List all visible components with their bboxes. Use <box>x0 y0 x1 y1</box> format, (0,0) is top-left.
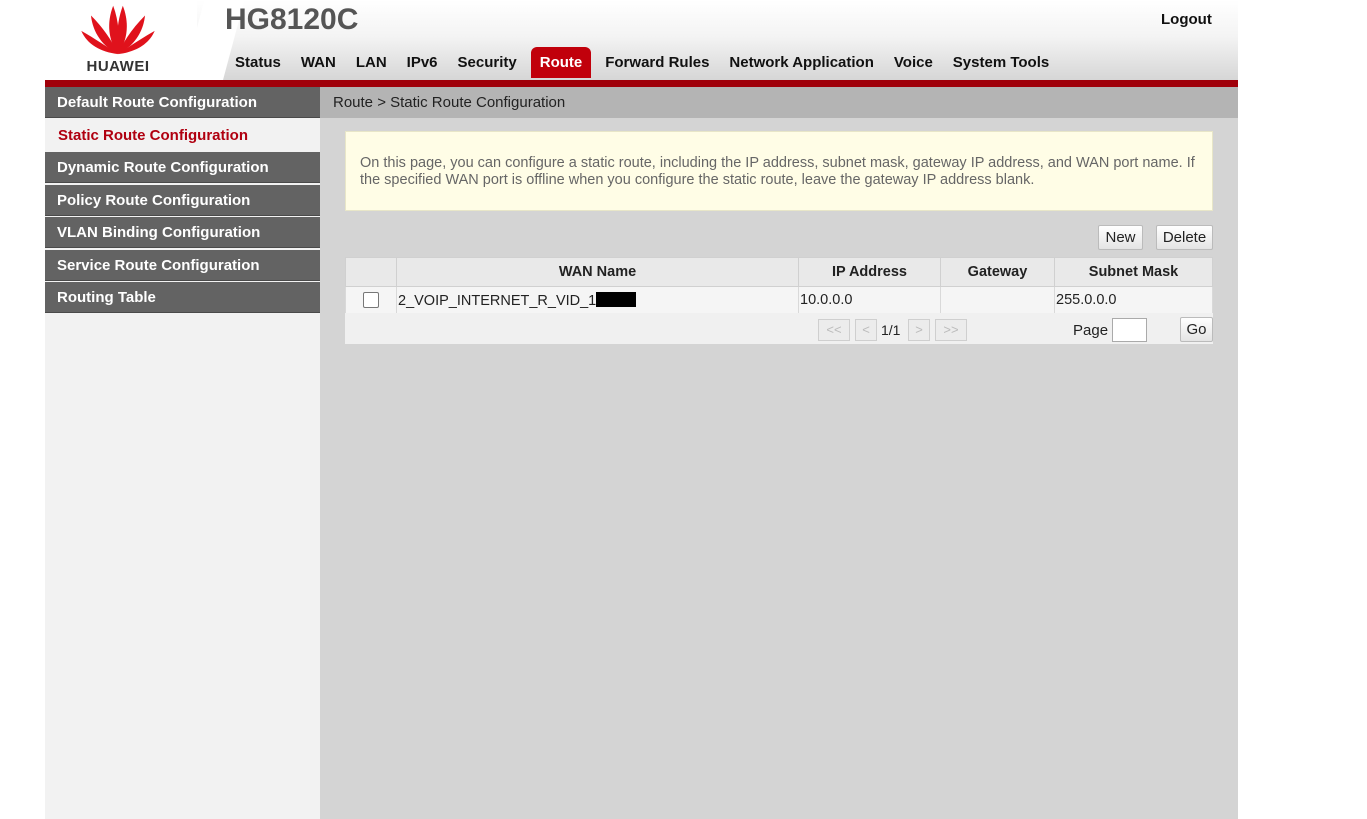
sidebar-item-policy-route[interactable]: Policy Route Configuration <box>45 184 320 216</box>
new-button[interactable]: New <box>1098 225 1143 250</box>
subnet-mask-cell: 255.0.0.0 <box>1054 286 1213 314</box>
brand-text: HUAWEI <box>86 58 150 75</box>
go-button[interactable]: Go <box>1180 317 1213 342</box>
sidebar-item-service-route[interactable]: Service Route Configuration <box>45 249 320 281</box>
wan-name-cell: 2_VOIP_INTERNET_R_VID_1 <box>396 286 799 314</box>
nav-status[interactable]: Status <box>225 47 291 78</box>
prev-page-button[interactable]: < <box>855 319 877 341</box>
route-table: WAN Name IP Address Gateway Subnet Mask … <box>345 257 1213 314</box>
sidebar-item-vlan-binding[interactable]: VLAN Binding Configuration <box>45 217 320 248</box>
col-gateway: Gateway <box>940 257 1055 287</box>
logo: HUAWEI <box>45 0 197 80</box>
sidebar: Default Route Configuration Static Route… <box>45 87 320 819</box>
header: HUAWEI HG8120C Logout Status WAN LAN IPv… <box>45 0 1238 80</box>
sidebar-item-default-route[interactable]: Default Route Configuration <box>45 87 320 118</box>
col-ip-address: IP Address <box>798 257 941 287</box>
redaction-block <box>596 291 637 307</box>
model-title: HG8120C <box>225 3 359 36</box>
delete-button[interactable]: Delete <box>1156 225 1213 250</box>
logout-link[interactable]: Logout <box>1161 11 1212 28</box>
breadcrumb: Route > Static Route Configuration <box>320 87 1238 118</box>
gateway-cell <box>940 286 1055 314</box>
info-box: On this page, you can configure a static… <box>345 131 1213 211</box>
huawei-logo-icon <box>81 5 155 55</box>
pagination: << < 1/1 > >> Page Go <box>345 313 1213 344</box>
ip-address-cell: 10.0.0.0 <box>798 286 941 314</box>
row-checkbox[interactable] <box>363 292 379 308</box>
table-header-row: WAN Name IP Address Gateway Subnet Mask <box>345 257 1213 287</box>
page-label: Page <box>1073 322 1109 339</box>
page-number-input[interactable] <box>1112 318 1147 342</box>
nav-security[interactable]: Security <box>448 47 527 78</box>
nav-forward-rules[interactable]: Forward Rules <box>595 47 719 78</box>
col-wan-name: WAN Name <box>396 257 799 287</box>
last-page-button[interactable]: >> <box>935 319 967 341</box>
select-all-header <box>345 257 397 287</box>
sidebar-item-static-route[interactable]: Static Route Configuration <box>45 119 320 151</box>
nav-wan[interactable]: WAN <box>291 47 346 78</box>
nav-ipv6[interactable]: IPv6 <box>397 47 448 78</box>
header-divider <box>45 80 1238 87</box>
nav-route[interactable]: Route <box>530 47 592 78</box>
page-status: 1/1 <box>881 322 901 338</box>
table-row[interactable]: 2_VOIP_INTERNET_R_VID_1 10.0.0.0 255.0.0… <box>345 286 1213 314</box>
next-page-button[interactable]: > <box>908 319 930 341</box>
wan-name-value: 2_VOIP_INTERNET_R_VID_1 <box>398 292 597 309</box>
nav-lan[interactable]: LAN <box>346 47 397 78</box>
first-page-button[interactable]: << <box>818 319 850 341</box>
app-frame: HUAWEI HG8120C Logout Status WAN LAN IPv… <box>45 0 1238 819</box>
nav-network-application[interactable]: Network Application <box>719 47 883 78</box>
top-nav: Status WAN LAN IPv6 Security Route Forwa… <box>225 47 1059 80</box>
nav-voice[interactable]: Voice <box>884 47 943 78</box>
col-subnet-mask: Subnet Mask <box>1054 257 1213 287</box>
sidebar-item-routing-table[interactable]: Routing Table <box>45 282 320 313</box>
nav-system-tools[interactable]: System Tools <box>943 47 1059 78</box>
sidebar-item-dynamic-route[interactable]: Dynamic Route Configuration <box>45 152 320 183</box>
row-select-cell <box>345 286 397 314</box>
